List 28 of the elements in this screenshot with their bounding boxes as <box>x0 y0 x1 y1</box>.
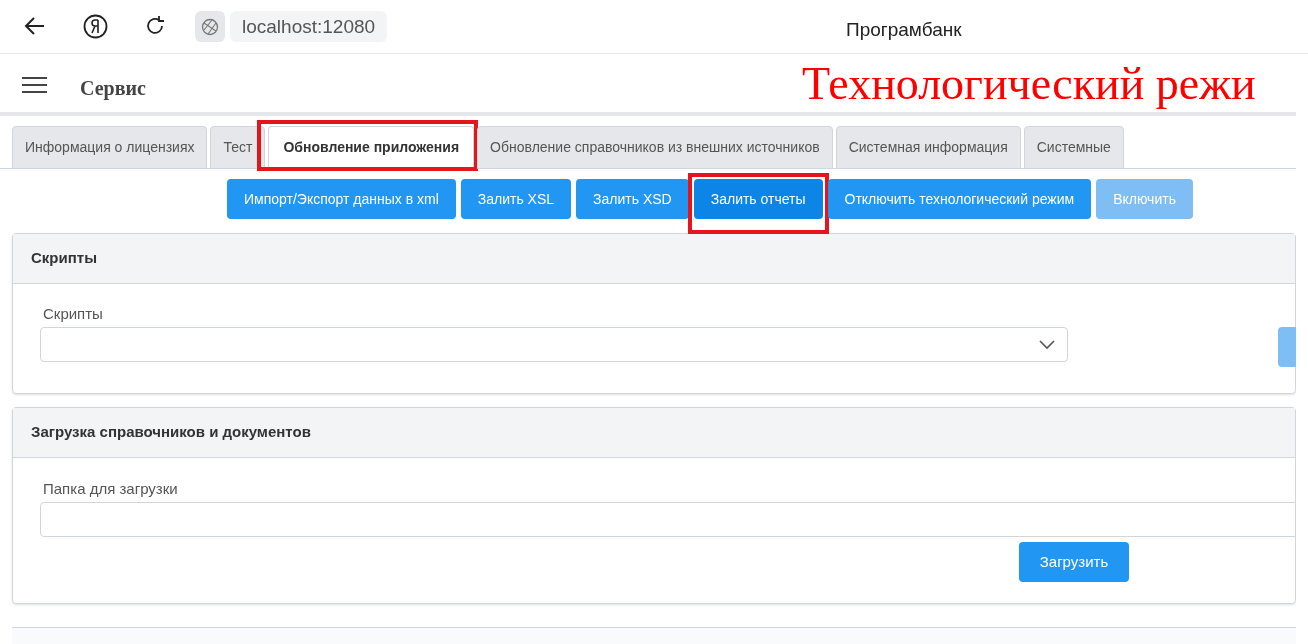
card-title: Загрузка справочников и документов <box>31 422 311 443</box>
tab[interactable]: Обновление справочников из внешних источников <box>477 126 833 169</box>
back-icon[interactable] <box>24 16 46 36</box>
tab[interactable]: Системная информация <box>835 126 1021 169</box>
globe-icon <box>201 17 219 36</box>
field-label: Папка для загрузки <box>43 479 178 499</box>
site-info-button[interactable] <box>195 11 225 42</box>
mode-title: Технологический режи <box>802 57 1256 111</box>
tab[interactable]: Информация о лицензиях <box>12 126 208 169</box>
chevron-down-icon <box>1039 339 1055 350</box>
folder-input[interactable] <box>40 502 1296 537</box>
browser-logo-icon[interactable] <box>83 14 108 39</box>
tab[interactable]: Обновление приложения <box>268 126 475 169</box>
reload-icon[interactable] <box>144 15 166 37</box>
action-button[interactable]: Залить XSL <box>460 179 572 219</box>
upload-button[interactable]: Загрузить <box>1019 542 1129 582</box>
card-title: Скрипты <box>31 248 97 269</box>
action-button[interactable]: Залить отчеты <box>693 179 823 219</box>
address-bar[interactable]: localhost:12080 <box>230 11 388 42</box>
page-title: Програмбанк <box>846 18 962 42</box>
tab[interactable]: Системные <box>1023 126 1124 169</box>
action-button[interactable]: Отключить технологический режим <box>827 179 1092 219</box>
action-button[interactable]: Импорт/Экспорт данных в xml <box>227 179 456 219</box>
field-label: Скрипты <box>43 304 103 324</box>
page-heading: Сервис <box>80 76 146 102</box>
tab[interactable]: Тест <box>210 126 266 169</box>
menu-icon[interactable] <box>22 76 47 94</box>
action-button[interactable]: Залить XSD <box>576 179 689 219</box>
